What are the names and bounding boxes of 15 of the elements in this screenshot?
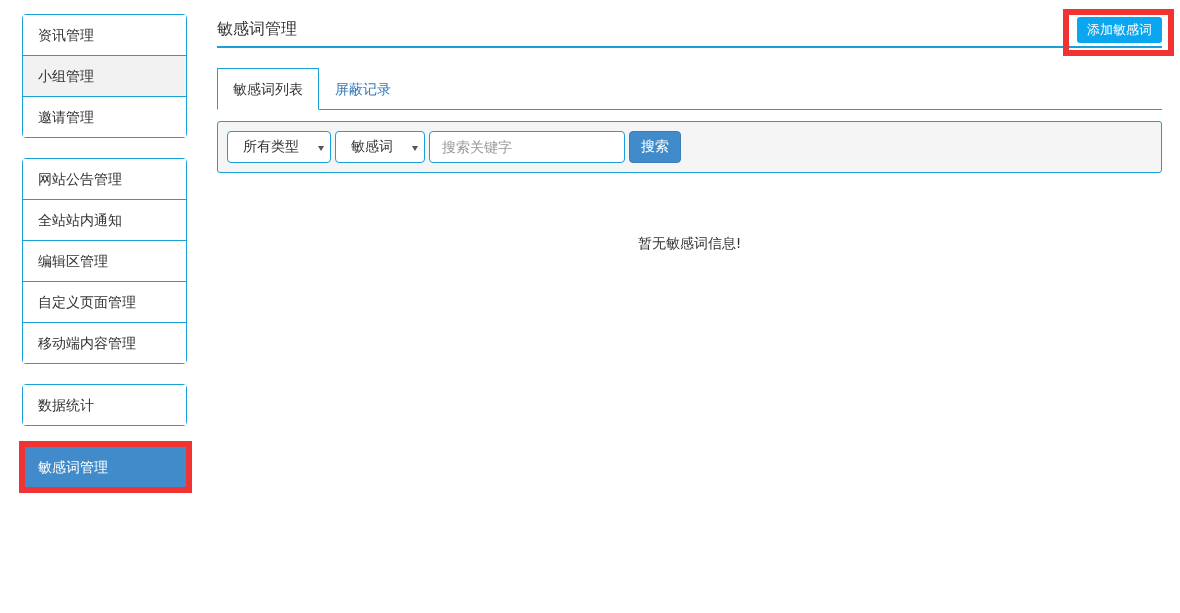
sidebar-item[interactable]: 敏感词管理 xyxy=(23,447,186,487)
sidebar-item[interactable]: 小组管理 xyxy=(23,55,186,96)
sidebar-item[interactable]: 数据统计 xyxy=(23,385,186,425)
type-select[interactable]: 所有类型 xyxy=(227,131,331,163)
tab[interactable]: 敏感词列表 xyxy=(217,68,319,110)
sidebar-item[interactable]: 移动端内容管理 xyxy=(23,322,186,363)
empty-message: 暂无敏感词信息! xyxy=(636,235,743,253)
caret-icon xyxy=(318,146,324,151)
page-title: 敏感词管理 xyxy=(217,19,297,40)
search-button[interactable]: 搜索 xyxy=(629,131,681,163)
search-field[interactable]: 搜索关键字 xyxy=(429,131,625,163)
field-select[interactable]: 敏感词 xyxy=(335,131,425,163)
sidebar-item[interactable]: 邀请管理 xyxy=(23,96,186,137)
tab[interactable]: 屏蔽记录 xyxy=(319,68,407,110)
caret-icon xyxy=(412,146,418,151)
